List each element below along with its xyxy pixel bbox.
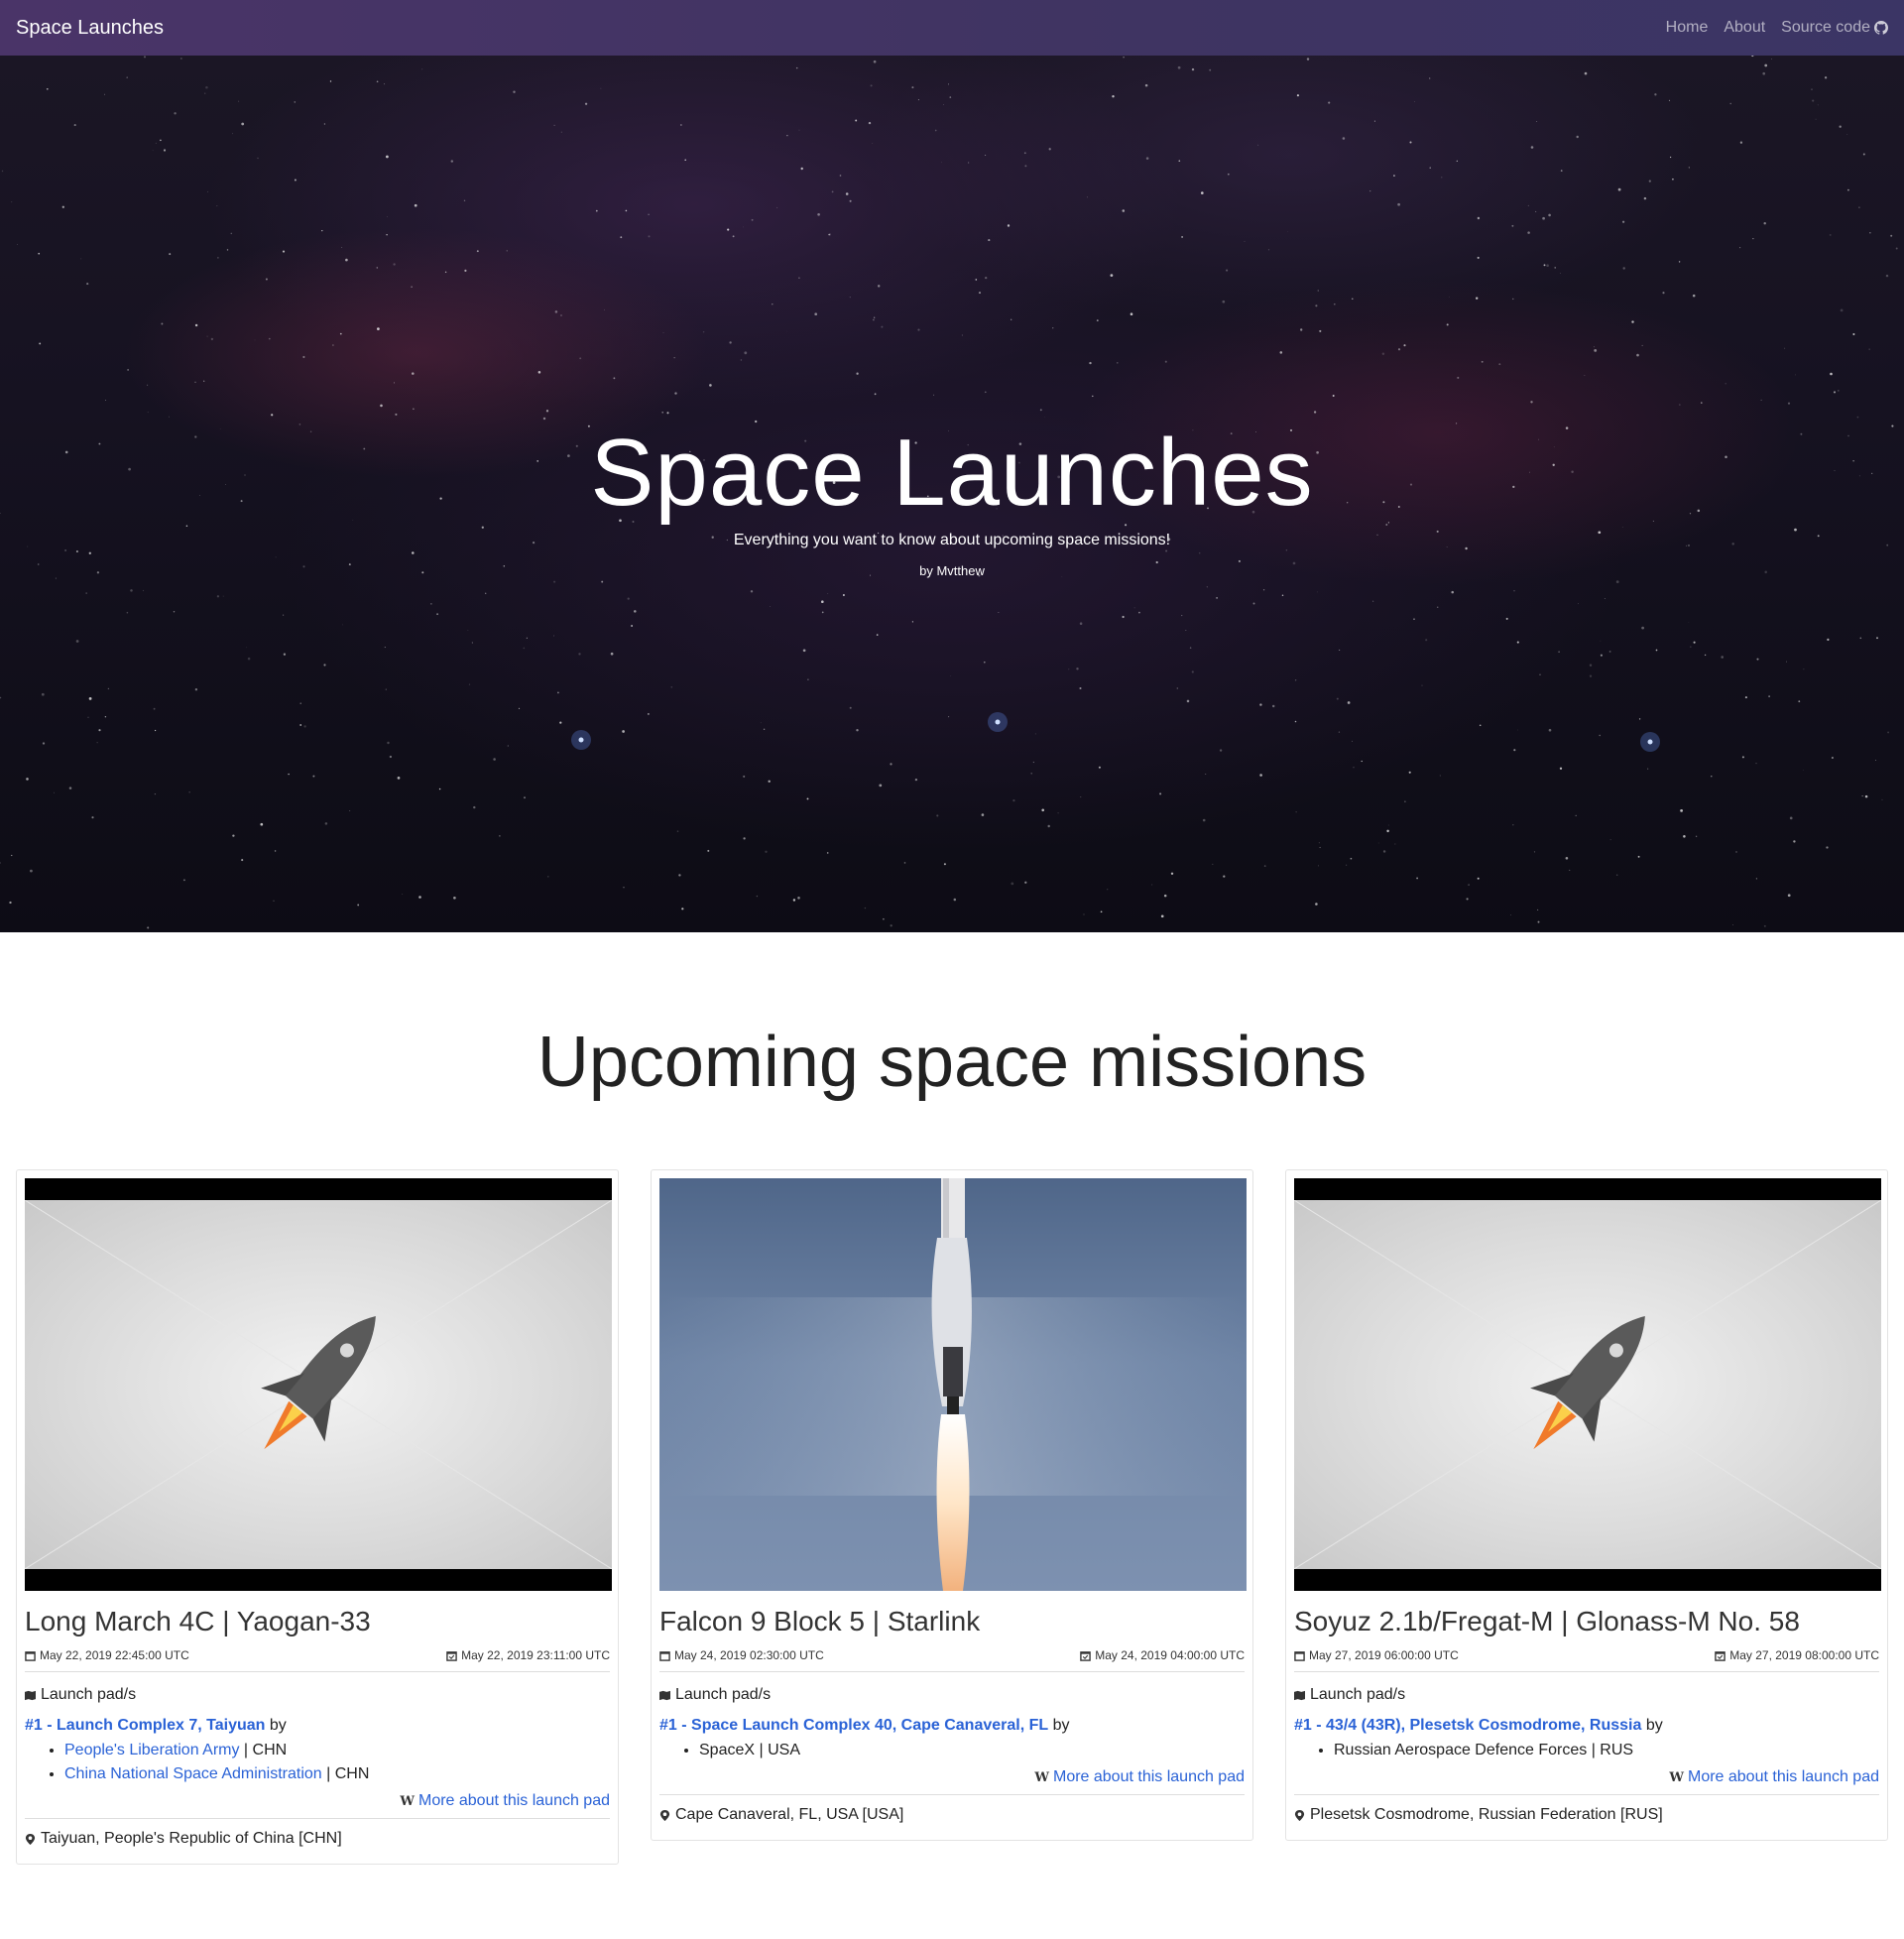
mission-image <box>1294 1178 1881 1591</box>
wikipedia-icon: W <box>400 1793 415 1809</box>
map-icon <box>659 1690 670 1700</box>
launch-location-text: Plesetsk Cosmodrome, Russian Federation … <box>1310 1806 1663 1823</box>
mission-card: Falcon 9 Block 5 | Starlink May 24, 2019… <box>651 1169 1253 1841</box>
calendar-icon <box>25 1650 36 1661</box>
more-about-pad-link[interactable]: W More about this launch pad <box>659 1768 1245 1795</box>
more-about-pad-link[interactable]: W More about this launch pad <box>25 1792 610 1819</box>
agency-country: | CHN <box>321 1765 370 1782</box>
map-marker-icon <box>25 1833 36 1845</box>
more-about-pad-link[interactable]: W More about this launch pad <box>1294 1768 1879 1795</box>
agency-country: | CHN <box>239 1742 288 1758</box>
agency-list: SpaceX | USA <box>699 1739 1245 1762</box>
calendar-check-icon <box>1080 1650 1092 1661</box>
launch-pad-line: #1 - 43/4 (43R), Plesetsk Cosmodrome, Ru… <box>1294 1717 1879 1735</box>
by-label: by <box>269 1717 287 1734</box>
hero-byline: by Mvtthew <box>919 563 985 578</box>
mission-title: Falcon 9 Block 5 | Starlink <box>659 1606 981 1636</box>
launch-pad-link[interactable]: #1 - Launch Complex 7, Taiyuan <box>25 1717 265 1734</box>
window-start-text: May 24, 2019 02:30:00 UTC <box>674 1648 824 1662</box>
nav-link-home[interactable]: Home <box>1666 19 1709 37</box>
launch-pad-link[interactable]: #1 - Space Launch Complex 40, Cape Canav… <box>659 1717 1048 1734</box>
by-label: by <box>1645 1717 1663 1734</box>
nav-links: Home About Source code <box>1666 19 1888 37</box>
window-start: May 24, 2019 02:30:00 UTC <box>659 1648 824 1662</box>
launch-location-text: Cape Canaveral, FL, USA [USA] <box>675 1806 904 1823</box>
launch-location: Cape Canaveral, FL, USA [USA] <box>659 1806 1245 1824</box>
map-marker-icon <box>659 1809 670 1821</box>
navbar-brand[interactable]: Space Launches <box>16 17 164 40</box>
agency-link[interactable]: China National Space Administration <box>64 1765 322 1782</box>
rocket-placeholder-icon <box>1294 1199 1881 1570</box>
window-end-text: May 27, 2019 08:00:00 UTC <box>1729 1648 1879 1662</box>
rocket-placeholder-icon <box>25 1199 612 1570</box>
mission-image <box>25 1178 612 1591</box>
more-about-pad-label: More about this launch pad <box>1687 1768 1879 1785</box>
list-item: China National Space Administration | CH… <box>64 1762 610 1786</box>
nav-link-about[interactable]: About <box>1724 19 1765 37</box>
mission-title: Soyuz 2.1b/Fregat-M | Glonass-M No. 58 <box>1294 1606 1800 1636</box>
hero-subtitle: Everything you want to know about upcomi… <box>733 532 1171 548</box>
launch-pad-line: #1 - Launch Complex 7, Taiyuan by <box>25 1717 610 1735</box>
window-end-text: May 24, 2019 04:00:00 UTC <box>1095 1648 1245 1662</box>
launch-location: Taiyuan, People's Republic of China [CHN… <box>25 1830 610 1848</box>
map-icon <box>1294 1690 1305 1700</box>
launch-pads-heading: Launch pad/s <box>1294 1686 1879 1704</box>
launch-pad-link[interactable]: #1 - 43/4 (43R), Plesetsk Cosmodrome, Ru… <box>1294 1717 1641 1734</box>
launch-location: Plesetsk Cosmodrome, Russian Federation … <box>1294 1806 1879 1824</box>
window-start-text: May 22, 2019 22:45:00 UTC <box>40 1648 189 1662</box>
launch-pads-heading: Launch pad/s <box>659 1686 1245 1704</box>
calendar-check-icon <box>446 1650 457 1661</box>
map-icon <box>25 1690 36 1700</box>
navbar: Space Launches Home About Source code <box>0 0 1904 56</box>
mission-card: Long March 4C | Yaogan-33 May 22, 2019 2… <box>16 1169 619 1865</box>
list-item: SpaceX | USA <box>699 1739 1245 1762</box>
hero-banner: Space Launches Everything you want to kn… <box>0 56 1904 932</box>
window-end: May 27, 2019 08:00:00 UTC <box>1715 1648 1879 1662</box>
more-about-pad-label: More about this launch pad <box>417 1792 610 1809</box>
launch-pads-label: Launch pad/s <box>675 1686 772 1703</box>
launch-pads-label: Launch pad/s <box>41 1686 137 1703</box>
launch-location-text: Taiyuan, People's Republic of China [CHN… <box>41 1830 342 1847</box>
map-marker-icon <box>1294 1809 1305 1821</box>
agency-link[interactable]: People's Liberation Army <box>64 1742 239 1758</box>
list-item: People's Liberation Army | CHN <box>64 1739 610 1762</box>
launch-pads-label: Launch pad/s <box>1310 1686 1406 1703</box>
wikipedia-icon: W <box>1669 1769 1684 1785</box>
nav-link-source-code[interactable]: Source code <box>1781 19 1888 37</box>
rocket-launch-photo <box>659 1178 1247 1591</box>
calendar-check-icon <box>1715 1650 1726 1661</box>
agency-list: People's Liberation Army | CHN China Nat… <box>64 1739 610 1786</box>
launch-pads-heading: Launch pad/s <box>25 1686 610 1704</box>
github-icon <box>1874 21 1888 35</box>
list-item: Russian Aerospace Defence Forces | RUS <box>1334 1739 1879 1762</box>
mission-title: Long March 4C | Yaogan-33 <box>25 1606 371 1636</box>
window-end: May 24, 2019 04:00:00 UTC <box>1080 1648 1245 1662</box>
window-end: May 22, 2019 23:11:00 UTC <box>446 1648 610 1662</box>
launch-window: May 22, 2019 22:45:00 UTC May 22, 2019 2… <box>25 1648 610 1672</box>
window-start: May 22, 2019 22:45:00 UTC <box>25 1648 189 1662</box>
calendar-icon <box>659 1650 670 1661</box>
mission-card: Soyuz 2.1b/Fregat-M | Glonass-M No. 58 M… <box>1285 1169 1888 1841</box>
launch-window: May 24, 2019 02:30:00 UTC May 24, 2019 0… <box>659 1648 1245 1672</box>
window-end-text: May 22, 2019 23:11:00 UTC <box>461 1648 610 1662</box>
by-label: by <box>1052 1717 1070 1734</box>
agency-list: Russian Aerospace Defence Forces | RUS <box>1334 1739 1879 1762</box>
launch-window: May 27, 2019 06:00:00 UTC May 27, 2019 0… <box>1294 1648 1879 1672</box>
launch-pad-line: #1 - Space Launch Complex 40, Cape Canav… <box>659 1717 1245 1735</box>
more-about-pad-label: More about this launch pad <box>1052 1768 1245 1785</box>
wikipedia-icon: W <box>1034 1769 1049 1785</box>
section-title: Upcoming space missions <box>536 1023 1368 1102</box>
mission-image <box>659 1178 1247 1591</box>
window-start: May 27, 2019 06:00:00 UTC <box>1294 1648 1459 1662</box>
calendar-icon <box>1294 1650 1305 1661</box>
nav-link-source-code-label: Source code <box>1781 19 1870 36</box>
window-start-text: May 27, 2019 06:00:00 UTC <box>1309 1648 1459 1662</box>
hero-content: Space Launches Everything you want to kn… <box>0 56 1904 932</box>
hero-title: Space Launches <box>590 420 1314 526</box>
